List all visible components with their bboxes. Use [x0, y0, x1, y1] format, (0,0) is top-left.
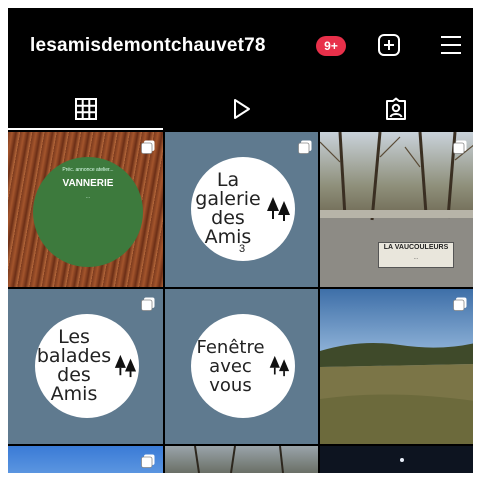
vannerie-details-text: ... [85, 194, 91, 200]
tagged-person-icon [385, 97, 406, 120]
balades-line-4: Amis [50, 383, 98, 405]
post-row3-left[interactable] [8, 446, 163, 473]
fenetre-line-1: Fenêtre [196, 336, 265, 358]
multiple-photos-icon [141, 140, 155, 154]
tab-tagged[interactable] [318, 88, 473, 130]
fenetre-line-3: vous [209, 374, 252, 396]
multiple-photos-icon [141, 454, 155, 468]
night-light [400, 458, 404, 462]
vannerie-intro-text: Préc. annonce atelier... [62, 167, 114, 173]
fenetre-line-2: avec [209, 355, 252, 377]
tab-grid[interactable] [8, 88, 163, 130]
fenetre-card: Fenêtre avec vous [191, 314, 295, 418]
post-vannerie[interactable]: Préc. annonce atelier... VANNERIE ... [8, 132, 163, 287]
post-fenetre-avec-vous[interactable]: Fenêtre avec vous [163, 289, 320, 444]
new-post-button[interactable] [374, 30, 404, 60]
profile-header: lesamisdemontchauvet78 9+ [8, 8, 473, 80]
location-sign: LA VAUCOULEURS ... [378, 242, 454, 268]
hamburger-menu-icon [441, 36, 461, 54]
trees-logo-icon [266, 197, 290, 221]
post-landscape[interactable] [318, 289, 473, 444]
balades-card: Les balades des Amis [35, 314, 139, 418]
plus-square-icon [378, 34, 400, 56]
play-icon [233, 99, 250, 119]
trees-logo-icon [114, 354, 137, 378]
trees-logo-icon [269, 355, 289, 377]
profile-username[interactable]: lesamisdemontchauvet78 [30, 35, 266, 57]
grid-icon [74, 98, 97, 120]
tab-reels[interactable] [163, 88, 318, 130]
menu-button[interactable] [436, 30, 466, 60]
galerie-number: 3 [239, 243, 246, 255]
galerie-card: La galerie des Amis 3 [191, 157, 295, 261]
notification-badge[interactable]: 9+ [316, 36, 346, 56]
posts-grid: Préc. annonce atelier... VANNERIE ... La… [8, 132, 473, 473]
sign-title: LA VAUCOULEURS [383, 244, 449, 251]
post-row3-right[interactable] [318, 446, 473, 473]
trees-scene [194, 446, 284, 473]
sign-subtitle: ... [413, 255, 419, 261]
multiple-photos-icon [298, 140, 312, 154]
profile-tabs [8, 88, 473, 130]
post-row3-middle[interactable] [163, 446, 320, 473]
landscape-scene [320, 343, 473, 444]
vannerie-announcement: Préc. annonce atelier... VANNERIE ... [33, 157, 143, 267]
multiple-photos-icon [453, 140, 467, 154]
post-balades-des-amis[interactable]: Les balades des Amis [8, 289, 163, 444]
post-forest-sign[interactable]: LA VAUCOULEURS ... [318, 132, 473, 287]
multiple-photos-icon [453, 297, 467, 311]
instagram-profile-screen: lesamisdemontchauvet78 9+ Préc. annonce … [8, 8, 473, 473]
multiple-photos-icon [141, 297, 155, 311]
active-tab-indicator [8, 128, 163, 130]
post-galerie-des-amis[interactable]: La galerie des Amis 3 [163, 132, 320, 287]
vannerie-title: VANNERIE [62, 178, 114, 189]
galerie-line-4: Amis [204, 226, 252, 248]
